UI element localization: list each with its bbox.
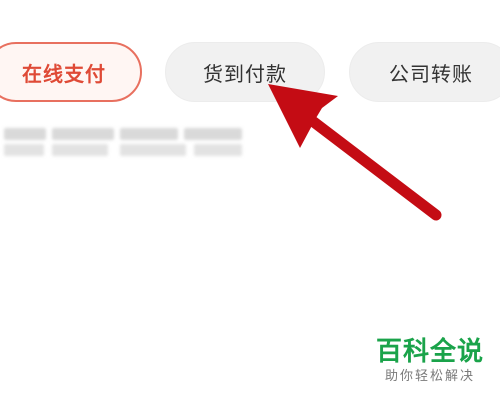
watermark-logo: 百科全说 助你轻松解决 bbox=[374, 336, 486, 386]
blurred-text-segment bbox=[194, 144, 242, 156]
watermark-title: 百科全说 bbox=[375, 337, 484, 367]
company-transfer-option[interactable]: 公司转账 bbox=[349, 42, 500, 102]
blurred-text-segment bbox=[52, 128, 114, 140]
blurred-text-segment bbox=[4, 128, 46, 140]
blurred-text-segment bbox=[120, 144, 186, 156]
cash-on-delivery-option[interactable]: 货到付款 bbox=[165, 42, 325, 102]
watermark-slogan: 助你轻松解决 bbox=[384, 369, 475, 384]
blurred-text-segment bbox=[184, 128, 242, 140]
blurred-text-segment bbox=[120, 128, 178, 140]
blurred-info-text bbox=[0, 124, 250, 160]
online-payment-option[interactable]: 在线支付 bbox=[0, 42, 142, 102]
blurred-text-segment bbox=[52, 144, 108, 156]
blurred-text-segment bbox=[4, 144, 44, 156]
arrow-shaft bbox=[296, 107, 442, 221]
payment-method-selector: 在线支付 货到付款 公司转账 bbox=[0, 42, 500, 104]
